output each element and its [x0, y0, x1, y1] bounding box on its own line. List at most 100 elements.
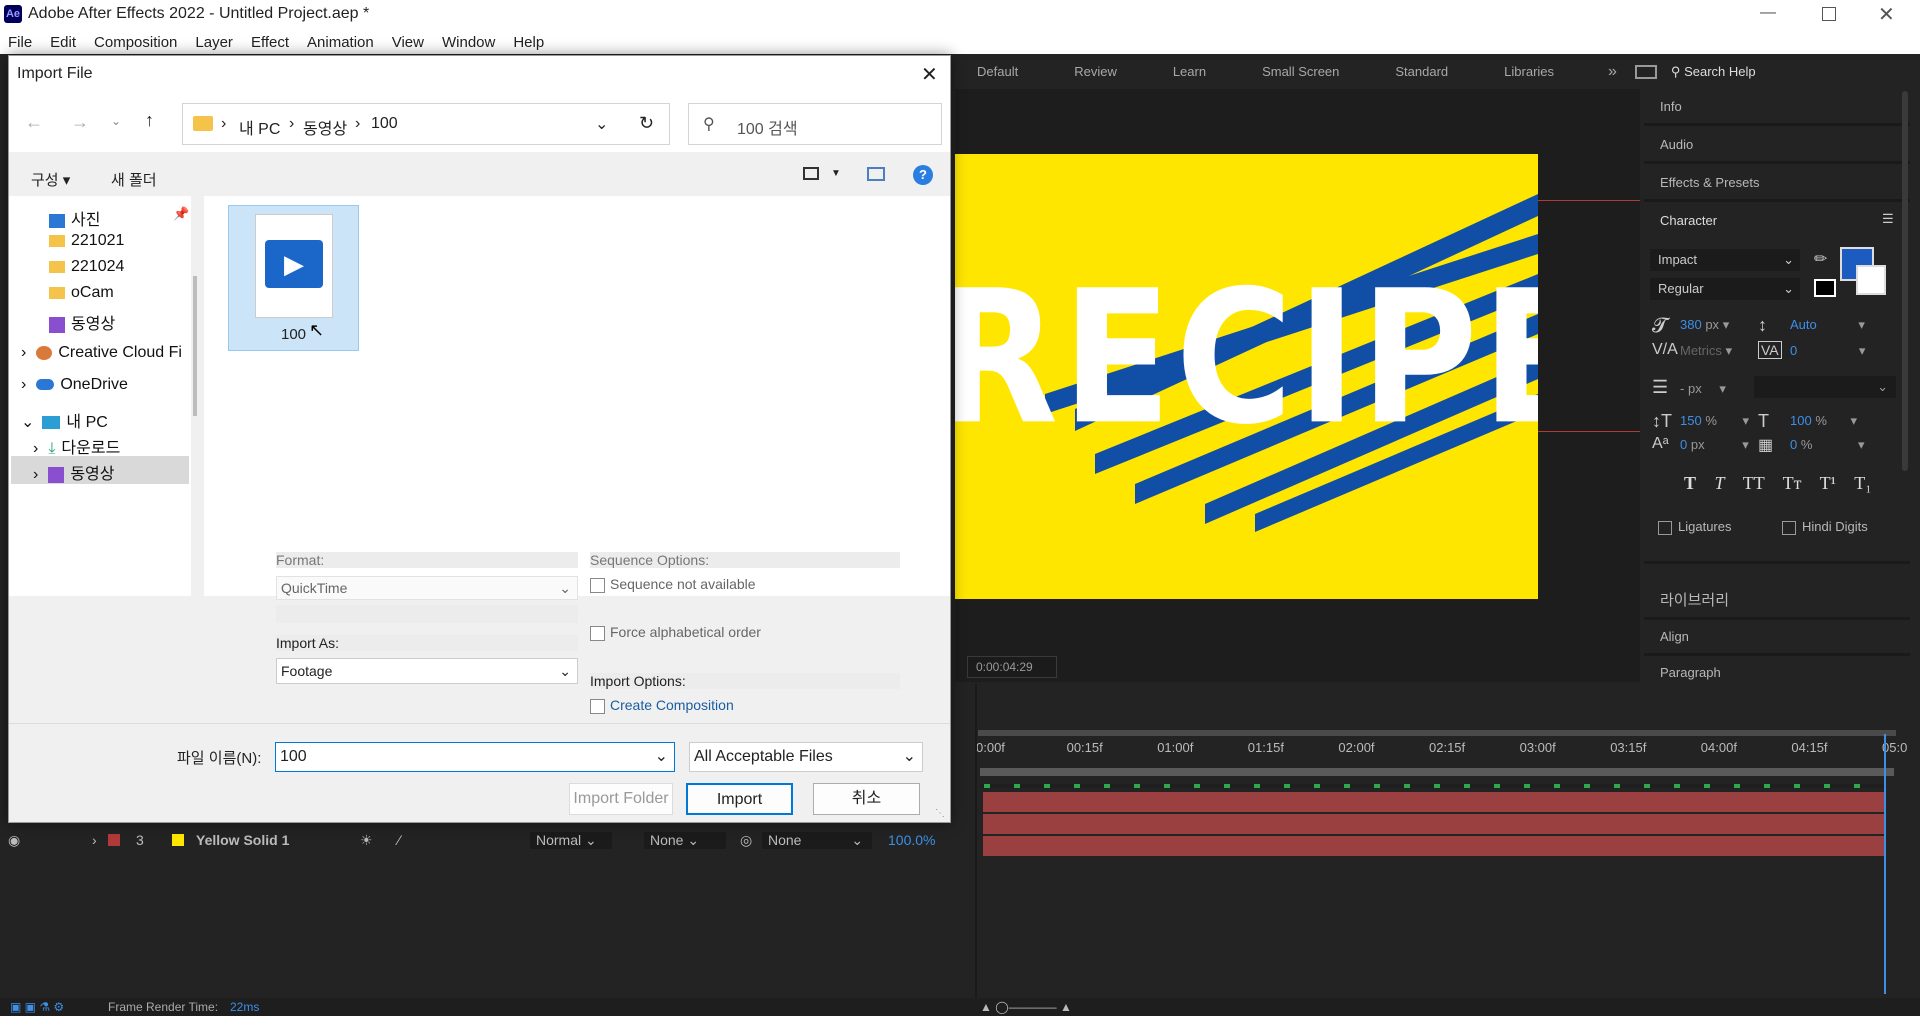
- sequence-checkbox[interactable]: Sequence not available: [590, 576, 756, 593]
- tree-item-creative-cloud[interactable]: › Creative Cloud Fi: [21, 344, 182, 362]
- workspace-libraries[interactable]: Libraries: [1504, 64, 1554, 79]
- superscript-icon[interactable]: T¹: [1820, 473, 1836, 493]
- expand-chevron-icon[interactable]: ›: [33, 440, 38, 457]
- restore-icon[interactable]: [1822, 7, 1836, 21]
- playhead[interactable]: [1884, 734, 1886, 994]
- dialog-close-icon[interactable]: ✕: [921, 62, 938, 87]
- eyedropper-icon[interactable]: ✏: [1814, 249, 1827, 269]
- organize-button[interactable]: 구성 ▾: [31, 169, 70, 190]
- workspace-learn[interactable]: Learn: [1173, 64, 1206, 79]
- panel-audio[interactable]: Audio: [1660, 137, 1693, 152]
- menu-file[interactable]: File: [8, 34, 32, 51]
- recent-chevron-icon[interactable]: ⌄: [111, 114, 121, 128]
- tree-item-downloads[interactable]: › ⤓ 다운로드: [33, 434, 120, 458]
- workspace-icon[interactable]: [1634, 64, 1657, 79]
- time-navigator[interactable]: [980, 768, 1894, 776]
- create-composition-checkbox[interactable]: Create Composition: [590, 697, 734, 714]
- faux-bold-icon[interactable]: T: [1684, 473, 1696, 493]
- font-family-select[interactable]: Impact ⌄: [1650, 249, 1800, 271]
- expand-chevron-icon[interactable]: ›: [21, 376, 26, 393]
- tree-item-photos[interactable]: 사진 📌: [49, 206, 189, 230]
- expand-chevron-icon[interactable]: ›: [21, 344, 26, 361]
- import-button[interactable]: Import: [686, 783, 793, 815]
- horizontal-scale-value[interactable]: 100 % ▾: [1790, 413, 1857, 429]
- stretch-value[interactable]: 100.0%: [888, 832, 935, 848]
- resize-grip-icon[interactable]: ⋱: [935, 808, 945, 819]
- track-matte-select[interactable]: None ⌄: [644, 832, 726, 849]
- font-size-value[interactable]: 380 px ▾: [1680, 317, 1729, 333]
- panel-effects-presets[interactable]: Effects & Presets: [1660, 175, 1759, 190]
- menu-view[interactable]: View: [392, 34, 424, 51]
- close-window-icon[interactable]: ✕: [1878, 2, 1895, 27]
- panel-libraries[interactable]: 라이브러리: [1660, 589, 1729, 610]
- new-folder-button[interactable]: 새 폴더: [111, 169, 157, 190]
- vertical-scale-value[interactable]: 150 % ▾: [1680, 413, 1749, 429]
- panel-align[interactable]: Align: [1660, 629, 1689, 644]
- search-field[interactable]: ⚲ 100 검색: [688, 103, 942, 145]
- file-type-select[interactable]: All Acceptable Files ⌄: [689, 742, 923, 772]
- pickwhip-icon[interactable]: ◎: [740, 832, 752, 849]
- panel-paragraph[interactable]: Paragraph: [1660, 665, 1721, 680]
- file-item[interactable]: ▶ 100: [228, 205, 359, 351]
- subscript-icon[interactable]: T₁: [1854, 473, 1871, 493]
- menu-window[interactable]: Window: [442, 34, 495, 51]
- tree-scrollbar[interactable]: [193, 276, 197, 416]
- tree-item-my-pc[interactable]: ⌄ 내 PC: [21, 408, 108, 432]
- menu-layer[interactable]: Layer: [195, 34, 233, 51]
- tree-item-videos[interactable]: 동영상: [49, 310, 115, 334]
- all-caps-icon[interactable]: TT: [1743, 473, 1765, 493]
- composition-viewer[interactable]: RECIPE 0:00:04:29: [955, 89, 1640, 682]
- address-bar[interactable]: › 내 PC › 동영상 › 100 ⌄ ↻: [182, 103, 670, 145]
- file-name-input[interactable]: 100 ⌄: [275, 742, 675, 772]
- tree-item-221024[interactable]: 221024: [49, 258, 124, 276]
- cancel-button[interactable]: 취소: [813, 783, 920, 815]
- default-colors-icon[interactable]: [1814, 279, 1836, 297]
- leading-value[interactable]: Auto ▾: [1790, 317, 1865, 333]
- overflow-chevron-icon[interactable]: »: [1608, 63, 1617, 81]
- menu-edit[interactable]: Edit: [50, 34, 76, 51]
- quality-icon[interactable]: ∕: [398, 832, 400, 848]
- tree-item-onedrive[interactable]: › OneDrive: [21, 376, 128, 394]
- blend-mode-select[interactable]: Normal ⌄: [530, 832, 612, 849]
- scrollbar[interactable]: [1902, 91, 1908, 471]
- search-help-field[interactable]: ⚲ Search Help: [1671, 64, 1756, 80]
- panel-character[interactable]: Character: [1660, 213, 1717, 228]
- breadcrumb-100[interactable]: 100: [371, 115, 398, 133]
- work-area-bar[interactable]: [978, 730, 1896, 736]
- render-icons[interactable]: ▣ ▣ ⚗ ⚙: [10, 1000, 64, 1014]
- stroke-color-swatch[interactable]: [1856, 265, 1886, 295]
- address-dropdown-icon[interactable]: ⌄: [595, 114, 608, 134]
- ligatures-checkbox[interactable]: Ligatures: [1658, 519, 1731, 535]
- stroke-style-select[interactable]: ⌄: [1754, 376, 1896, 398]
- menu-help[interactable]: Help: [513, 34, 544, 51]
- pin-icon[interactable]: 📌: [173, 206, 189, 222]
- view-dropdown-icon[interactable]: ▼: [831, 168, 841, 179]
- layer-bar[interactable]: [983, 814, 1886, 834]
- breadcrumb-videos[interactable]: 동영상: [303, 115, 347, 139]
- help-icon[interactable]: ?: [913, 165, 933, 185]
- tree-item-videos-pc[interactable]: › 동영상: [33, 460, 115, 484]
- workspace-standard[interactable]: Standard: [1395, 64, 1448, 79]
- expand-chevron-icon[interactable]: ›: [33, 466, 38, 483]
- small-caps-icon[interactable]: Tᴛ: [1783, 473, 1802, 493]
- workspace-review[interactable]: Review: [1074, 64, 1117, 79]
- tree-item-ocam[interactable]: oCam: [49, 284, 114, 302]
- panel-info[interactable]: Info: [1660, 99, 1682, 114]
- collapse-chevron-icon[interactable]: ⌄: [21, 414, 34, 431]
- menu-effect[interactable]: Effect: [251, 34, 289, 51]
- font-style-select[interactable]: Regular ⌄: [1650, 278, 1800, 300]
- back-arrow-icon[interactable]: ←: [25, 112, 43, 133]
- tracking-value[interactable]: 0 ▾: [1790, 343, 1865, 359]
- import-folder-button[interactable]: Import Folder: [569, 783, 673, 815]
- layer-bar[interactable]: [983, 836, 1886, 856]
- label-color-swatch[interactable]: [108, 834, 120, 846]
- stroke-width-value[interactable]: - px ▾: [1680, 381, 1726, 397]
- zoom-slider[interactable]: ▲ ◯———— ▲: [980, 1000, 1072, 1014]
- tree-item-221021[interactable]: 221021: [49, 232, 124, 250]
- hindi-digits-checkbox[interactable]: Hindi Digits: [1782, 519, 1868, 535]
- timecode-display[interactable]: 0:00:04:29: [967, 656, 1057, 678]
- parent-select[interactable]: None ⌄: [762, 832, 872, 849]
- menu-composition[interactable]: Composition: [94, 34, 177, 51]
- import-as-select[interactable]: Footage ⌄: [276, 658, 578, 684]
- expand-chevron-icon[interactable]: ›: [92, 832, 97, 848]
